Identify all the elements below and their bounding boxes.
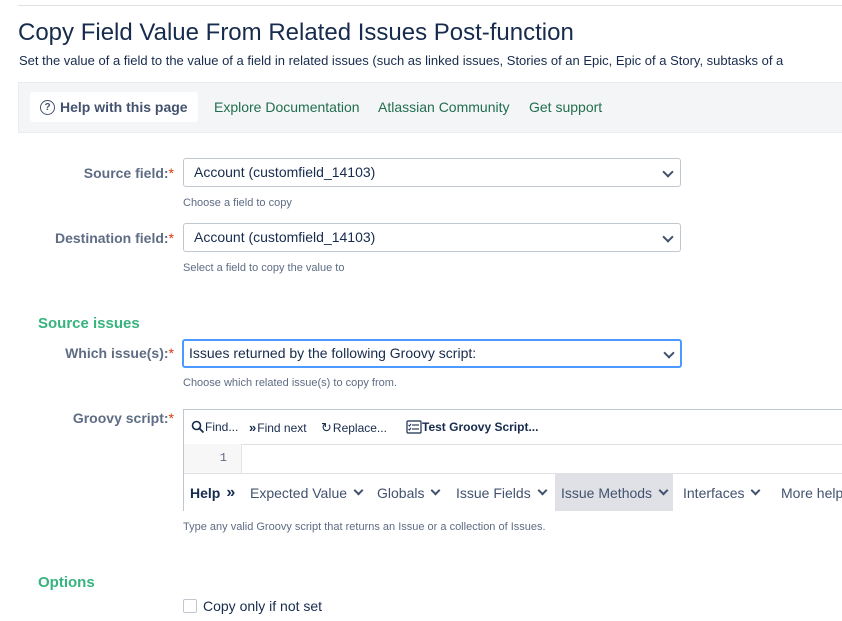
destination-field-label: Destination field:* [54, 230, 174, 246]
help-tab-label: Help with this page [60, 99, 188, 115]
chevron-down-icon [663, 347, 675, 359]
chevron-down-icon [751, 485, 761, 496]
which-issues-label: Which issue(s):* [65, 345, 174, 361]
atlassian-community-link[interactable]: Atlassian Community [378, 99, 510, 115]
issue-fields-menu[interactable]: Issue Fields [456, 474, 548, 511]
groovy-script-editor: Find... » Find next ↻ Replace... Test Gr… [183, 409, 842, 512]
more-help-menu[interactable]: More help [781, 474, 842, 511]
chevron-down-icon [662, 166, 674, 178]
editor-help-bar: Help » Expected Value Globals Issue Fiel… [184, 473, 842, 512]
copy-only-if-not-set-label[interactable]: Copy only if not set [203, 598, 322, 614]
page-title: Copy Field Value From Related Issues Pos… [18, 19, 574, 46]
replace-button[interactable]: ↻ Replace... [321, 420, 387, 436]
source-field-value: Account (customfield_14103) [194, 164, 376, 180]
double-chevron-right-icon: » [226, 483, 236, 501]
source-field-label: Source field:* [83, 165, 174, 181]
source-issues-heading: Source issues [38, 315, 140, 332]
test-groovy-script-button[interactable]: Test Groovy Script... [406, 420, 538, 434]
chevron-down-icon [431, 485, 441, 496]
interfaces-menu[interactable]: Interfaces [683, 474, 761, 511]
copy-only-if-not-set-checkbox[interactable] [183, 599, 197, 613]
top-divider [18, 5, 842, 6]
editor-toolbar: Find... » Find next ↻ Replace... Test Gr… [184, 410, 842, 445]
refresh-icon: ↻ [321, 420, 332, 435]
options-heading: Options [38, 574, 95, 591]
expected-value-menu[interactable]: Expected Value [250, 474, 364, 511]
chevron-down-icon [662, 231, 674, 243]
destination-field-select[interactable]: Account (customfield_14103) [183, 223, 681, 252]
groovy-script-label: Groovy script:* [72, 410, 174, 426]
destination-field-hint: Select a field to copy the value to [183, 262, 345, 274]
line-number: 1 [219, 451, 227, 465]
question-icon: ? [40, 99, 55, 115]
which-issues-select[interactable]: Issues returned by the following Groovy … [182, 339, 682, 368]
help-menu-label: Help » [190, 483, 236, 501]
page-subtitle: Set the value of a field to the value of… [19, 53, 784, 68]
source-field-select[interactable]: Account (customfield_14103) [183, 158, 681, 187]
destination-field-value: Account (customfield_14103) [194, 229, 376, 245]
checklist-icon [406, 420, 422, 434]
issue-methods-menu[interactable]: Issue Methods [555, 474, 674, 511]
line-gutter: 1 [184, 444, 242, 473]
code-area[interactable]: 1 [184, 444, 842, 473]
search-icon [191, 420, 205, 434]
chevron-down-icon [353, 485, 364, 496]
find-next-button[interactable]: » Find next [249, 420, 307, 435]
explore-documentation-link[interactable]: Explore Documentation [214, 99, 360, 115]
help-with-this-page-tab[interactable]: ? Help with this page [30, 92, 198, 122]
source-field-hint: Choose a field to copy [183, 197, 292, 209]
which-issues-hint: Choose which related issue(s) to copy fr… [183, 377, 397, 389]
get-support-link[interactable]: Get support [529, 99, 602, 115]
globals-menu[interactable]: Globals [377, 474, 441, 511]
double-chevron-right-icon: » [249, 420, 257, 435]
groovy-script-hint: Type any valid Groovy script that return… [183, 521, 546, 533]
which-issues-value: Issues returned by the following Groovy … [189, 345, 477, 361]
chevron-down-icon [658, 485, 669, 496]
find-button[interactable]: Find... [191, 420, 238, 434]
help-bar: ? Help with this page Explore Documentat… [18, 82, 842, 133]
chevron-down-icon [537, 485, 548, 496]
